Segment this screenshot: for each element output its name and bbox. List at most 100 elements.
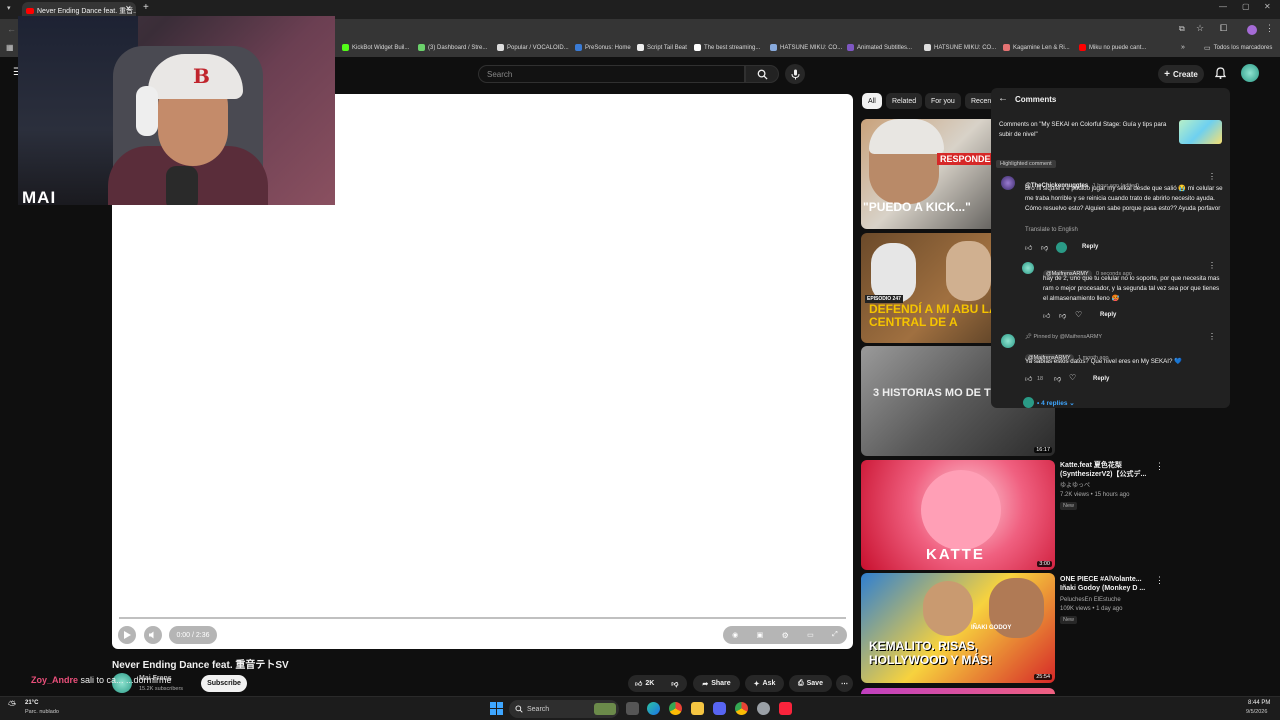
tab-menu-icon[interactable]: ▾ xyxy=(7,4,11,12)
maximize-icon[interactable]: ▢ xyxy=(1242,2,1250,11)
share-button[interactable]: ➦ Share xyxy=(693,675,740,692)
chip-all[interactable]: All xyxy=(862,93,882,109)
settings-gear-icon[interactable]: ⚙ xyxy=(782,631,789,640)
like-button[interactable]: 👍︎ 2K 👎︎ xyxy=(628,675,687,692)
video-menu-icon[interactable]: ⋮ xyxy=(1155,575,1164,586)
more-actions-button[interactable]: ⋯ xyxy=(836,675,853,692)
comment-menu-icon[interactable]: ⋮ xyxy=(1208,332,1216,341)
bookmark-item[interactable]: HATSUNE MIKU: CO... xyxy=(770,44,842,51)
window-close-icon[interactable]: ✕ xyxy=(1264,2,1271,11)
voice-search-button[interactable] xyxy=(785,64,805,84)
task-view-icon[interactable] xyxy=(626,702,639,715)
save-button[interactable]: ⎙ Save xyxy=(789,675,832,692)
video-context-thumbnail[interactable] xyxy=(1179,120,1222,144)
heart-icon[interactable]: ♡ xyxy=(1075,310,1082,319)
browser-menu-icon[interactable]: ⋮ xyxy=(1265,23,1274,34)
view-replies-button[interactable]: • 4 replies ⌄ xyxy=(1037,399,1075,407)
chip-related[interactable]: Related xyxy=(886,93,923,109)
reply-button[interactable]: Reply xyxy=(1093,376,1109,382)
subscribe-button[interactable]: Subscribe xyxy=(201,675,247,692)
discord-icon[interactable] xyxy=(713,702,726,715)
heart-icon[interactable]: ♡ xyxy=(1069,373,1076,382)
more-bookmarks-icon[interactable]: » xyxy=(1181,44,1185,51)
autoplay-toggle-icon[interactable]: ◉ xyxy=(732,631,738,639)
subtitles-icon[interactable]: ▣ xyxy=(757,631,764,639)
create-button[interactable]: + Create xyxy=(1158,65,1204,83)
video-title[interactable]: Katte.feat 夏色花梨 (SynthesizerV2)【公式デ... xyxy=(1060,461,1150,479)
video-menu-icon[interactable]: ⋮ xyxy=(1155,461,1164,472)
like-icon[interactable]: 👍︎ xyxy=(1025,243,1032,252)
search-button[interactable] xyxy=(745,65,779,83)
taskbar-search[interactable]: Search xyxy=(509,700,619,718)
chrome-icon[interactable] xyxy=(669,702,682,715)
bookmark-item[interactable]: Miku no puede cant... xyxy=(1079,44,1146,51)
chip-for-you[interactable]: For you xyxy=(925,93,961,109)
commenter-avatar[interactable] xyxy=(1001,334,1015,348)
bookmark-item[interactable]: The best streaming... xyxy=(694,44,760,51)
weather-icon[interactable]: ⛅︎ xyxy=(8,700,16,711)
bookmark-item[interactable]: Popular / VOCALOID... xyxy=(497,44,569,51)
notifications-bell-icon[interactable] xyxy=(1214,66,1227,84)
commenter-avatar[interactable] xyxy=(1001,176,1015,190)
all-bookmarks-folder[interactable]: ▭ Todos los marcadores xyxy=(1204,44,1272,52)
profile-avatar[interactable] xyxy=(1247,25,1257,35)
file-explorer-icon[interactable] xyxy=(691,702,704,715)
ask-button[interactable]: ✦ Ask xyxy=(745,675,784,692)
sidebar-video-thumbnail[interactable]: IÑAKI GODOY KEMALITO. RISAS, HOLLYWOOD Y… xyxy=(861,573,1055,683)
dislike-icon[interactable]: 👎︎ xyxy=(1054,374,1061,383)
thumb-person xyxy=(946,241,991,301)
like-icon[interactable]: 👍︎ xyxy=(1043,311,1050,320)
start-windows-icon[interactable] xyxy=(490,702,503,715)
bookmark-item[interactable]: HATSUNE MIKU: CO... xyxy=(924,44,996,51)
volume-button[interactable] xyxy=(144,626,162,644)
bookmark-item[interactable]: (3) Dashboard / Stre... xyxy=(418,44,487,51)
sidebar-video-thumbnail[interactable] xyxy=(861,688,1055,694)
reply-button[interactable]: Reply xyxy=(1082,244,1098,250)
edge-icon[interactable] xyxy=(647,702,660,715)
cast-icon[interactable]: ⧉ xyxy=(1179,24,1185,34)
comment-menu-icon[interactable]: ⋮ xyxy=(1208,261,1216,270)
miniplayer-icon[interactable]: ▭ xyxy=(807,631,814,639)
thumb-caption: RESPONDE xyxy=(937,153,994,165)
video-channel[interactable]: ゆよゆっぺ xyxy=(1060,482,1160,491)
back-arrow-icon[interactable]: ← xyxy=(998,93,1008,104)
apps-grid-icon[interactable]: ▦ xyxy=(6,43,14,52)
search-input[interactable]: Search xyxy=(478,65,745,83)
clock-date[interactable]: 9/5/2026 xyxy=(1246,709,1267,715)
progress-bar[interactable] xyxy=(119,617,846,619)
thumbs-down-icon[interactable]: 👎︎ xyxy=(671,679,678,688)
bookmark-item[interactable]: Animated Subtitles... xyxy=(847,44,912,51)
video-channel[interactable]: PeluchesEn ElEstuche xyxy=(1060,596,1160,605)
new-tab-icon[interactable]: + xyxy=(143,2,149,13)
bookmark-item[interactable]: PreSonus: Home xyxy=(575,44,631,51)
music-app-icon[interactable] xyxy=(779,702,792,715)
settings-icon[interactable] xyxy=(757,702,770,715)
dislike-icon[interactable]: 👎︎ xyxy=(1041,243,1048,252)
comment-text: hay de 2, uno que tu celular no lo sopor… xyxy=(1043,275,1220,302)
sidebar-video-thumbnail[interactable]: KATTE 3:00 xyxy=(861,460,1055,570)
account-avatar[interactable] xyxy=(1241,64,1259,82)
reply-button[interactable]: Reply xyxy=(1100,312,1116,318)
comments-panel: ← Comments Comments on "My SEKAI en Colo… xyxy=(991,88,1230,408)
tab-close-icon[interactable]: ✕ xyxy=(125,4,132,13)
bookmark-item[interactable]: Script Tail Beat xyxy=(637,44,687,51)
video-title[interactable]: ONE PIECE #AlVolante... Iñaki Godoy (Mon… xyxy=(1060,575,1150,593)
extensions-icon[interactable]: ⧠ xyxy=(1220,23,1227,34)
clock-time[interactable]: 8:44 PM xyxy=(1248,700,1270,706)
bookmark-star-icon[interactable]: ☆ xyxy=(1196,23,1204,34)
chrome-profile-icon[interactable] xyxy=(735,702,748,715)
bookmark-item[interactable]: KickBot Widget Buil... xyxy=(342,44,409,51)
back-icon[interactable]: ← xyxy=(7,24,16,34)
dislike-icon[interactable]: 👎︎ xyxy=(1059,311,1066,320)
bookmark-item[interactable]: Kagamine Len & Ri... xyxy=(1003,44,1070,51)
play-button[interactable] xyxy=(118,626,136,644)
channel-watermark: MAI xyxy=(22,188,57,205)
comment-menu-icon[interactable]: ⋮ xyxy=(1208,172,1216,181)
volume-icon xyxy=(149,631,154,639)
translate-link[interactable]: Translate to English xyxy=(1025,227,1078,233)
fullscreen-icon[interactable]: ⤢ xyxy=(832,631,838,639)
commenter-avatar[interactable] xyxy=(1022,262,1034,274)
search-icon xyxy=(515,705,523,713)
like-icon[interactable]: 👍︎ xyxy=(1025,374,1032,383)
minimize-icon[interactable]: — xyxy=(1219,2,1227,11)
